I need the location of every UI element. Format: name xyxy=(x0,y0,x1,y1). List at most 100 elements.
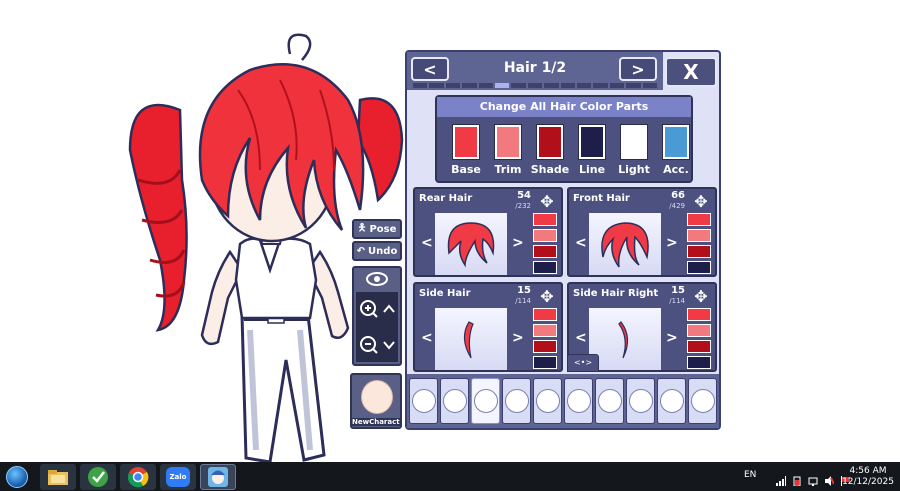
category-tab-pants[interactable] xyxy=(626,378,655,424)
part-color-swatch[interactable] xyxy=(687,308,711,321)
character-pants xyxy=(240,313,326,464)
color-swatch-acc[interactable] xyxy=(662,124,690,160)
new-character-button[interactable]: NewCharacte xyxy=(350,373,402,429)
part-color-swatch[interactable] xyxy=(687,356,711,369)
page-dot xyxy=(495,83,510,88)
hair-card-prev-button[interactable]: < xyxy=(575,235,587,251)
shield-check-icon xyxy=(88,467,108,487)
part-color-swatch[interactable] xyxy=(687,229,711,242)
taskbar-game[interactable] xyxy=(200,464,236,490)
start-button[interactable] xyxy=(2,464,32,490)
hair-card-prev-button[interactable]: < xyxy=(421,330,433,346)
category-tab-profile[interactable] xyxy=(688,378,717,424)
hair-card-counter: 66/429 xyxy=(669,191,685,211)
language-indicator[interactable]: EN xyxy=(744,470,756,480)
category-tab-body-preset[interactable] xyxy=(409,378,438,424)
hair-panel: < Hair 1/2 > X Change All Hair Color Par… xyxy=(405,50,721,430)
hair-card-counter: 54/232 xyxy=(515,191,531,211)
page-dot xyxy=(527,83,543,88)
part-color-swatch[interactable] xyxy=(533,340,557,353)
category-tab-body[interactable] xyxy=(440,378,469,424)
eye-icon[interactable] xyxy=(366,272,388,286)
part-color-swatch[interactable] xyxy=(533,213,557,226)
hair-card-next-button[interactable]: > xyxy=(512,235,524,251)
part-color-swatch[interactable] xyxy=(533,324,557,337)
category-tab-hair[interactable] xyxy=(471,378,500,424)
page-dot xyxy=(593,83,608,88)
next-page-button[interactable]: > xyxy=(619,57,657,81)
zalo-icon: Zalo xyxy=(166,467,190,487)
hair-card-total: /232 xyxy=(515,202,531,210)
part-color-swatch[interactable] xyxy=(533,245,557,258)
part-color-swatch[interactable] xyxy=(533,261,557,274)
category-tab-eyes[interactable] xyxy=(533,378,562,424)
undo-button[interactable]: ↶ Undo xyxy=(352,241,402,261)
hair-color-section: Change All Hair Color Parts Base Trim Shad… xyxy=(435,95,693,183)
move-icon[interactable]: ✥ xyxy=(689,191,713,211)
move-icon[interactable]: ✥ xyxy=(689,286,713,306)
pants-icon xyxy=(628,389,653,413)
part-color-swatch[interactable] xyxy=(533,229,557,242)
hair-card-prev-button[interactable]: < xyxy=(575,330,587,346)
battery-icon[interactable] xyxy=(792,471,802,487)
hair-card-counter: 15/114 xyxy=(669,286,685,306)
hair-card-prev-button[interactable]: < xyxy=(421,235,433,251)
taskbar-zalo[interactable]: Zalo xyxy=(160,464,196,490)
color-swatch-base[interactable] xyxy=(452,124,480,160)
hair-card-preview[interactable] xyxy=(435,308,507,370)
folder-icon xyxy=(48,470,68,485)
undo-icon: ↶ xyxy=(356,245,366,257)
page-dot xyxy=(642,83,658,88)
move-icon[interactable]: ✥ xyxy=(535,286,559,306)
page-dot xyxy=(609,83,625,88)
taskbar-clock[interactable]: 4:56 AM 12/12/2025 xyxy=(838,466,898,488)
close-button[interactable]: X xyxy=(665,57,717,87)
hair-card-next-button[interactable]: > xyxy=(666,235,678,251)
hair-card-next-button[interactable]: > xyxy=(512,330,524,346)
page-dot xyxy=(462,83,477,88)
color-swatch-shade[interactable] xyxy=(536,124,564,160)
game-screen: 🯅 Pose ↶ Undo NewCharacte < Hair 1/2 > X… xyxy=(0,0,900,491)
hair-card-preview[interactable] xyxy=(589,213,661,275)
hair-card-preview[interactable] xyxy=(435,213,507,275)
scroll-handle[interactable]: <•> xyxy=(567,354,599,372)
undo-label: Undo xyxy=(368,245,398,257)
hair-card-next-button[interactable]: > xyxy=(666,330,678,346)
color-swatch-line[interactable] xyxy=(578,124,606,160)
new-character-label: NewCharacte xyxy=(352,418,400,426)
taskbar-explorer[interactable] xyxy=(40,464,76,490)
new-character-avatar xyxy=(361,380,393,414)
category-tab-eyebrows[interactable] xyxy=(564,378,593,424)
part-color-swatch[interactable] xyxy=(687,324,711,337)
hair-card-title: Side Hair xyxy=(419,288,471,299)
page-dot xyxy=(544,83,559,88)
category-tab-outfit[interactable] xyxy=(595,378,624,424)
color-swatch-light[interactable] xyxy=(620,124,648,160)
part-color-swatch[interactable] xyxy=(533,356,557,369)
color-swatch-trim[interactable] xyxy=(494,124,522,160)
part-color-swatch[interactable] xyxy=(687,261,711,274)
hair-card-value: 15 xyxy=(671,285,685,296)
hair-card-preview[interactable] xyxy=(589,308,661,370)
body-preset-icon xyxy=(411,389,436,413)
category-tab-face[interactable] xyxy=(502,378,531,424)
page-dot xyxy=(413,83,428,88)
change-all-colors-button[interactable]: Change All Hair Color Parts xyxy=(437,97,691,117)
part-color-swatch[interactable] xyxy=(687,245,711,258)
hair-card-side-hair: Side Hair 15/114 ✥ < > xyxy=(413,282,563,372)
volume-mute-icon[interactable] xyxy=(824,471,835,486)
pose-icon: 🯅 xyxy=(357,222,367,234)
part-color-swatch[interactable] xyxy=(687,340,711,353)
zalo-label: Zalo xyxy=(169,473,187,481)
part-color-swatch[interactable] xyxy=(687,213,711,226)
hair-card-total: /429 xyxy=(669,202,685,210)
taskbar-chrome[interactable] xyxy=(120,464,156,490)
signal-icon[interactable] xyxy=(776,471,786,486)
page-dot xyxy=(511,83,526,88)
network-icon[interactable] xyxy=(808,471,818,486)
category-tab-accessories[interactable] xyxy=(657,378,686,424)
taskbar-vpn[interactable] xyxy=(80,464,116,490)
pose-button[interactable]: 🯅 Pose xyxy=(352,219,402,239)
part-color-swatch[interactable] xyxy=(533,308,557,321)
move-icon[interactable]: ✥ xyxy=(535,191,559,211)
